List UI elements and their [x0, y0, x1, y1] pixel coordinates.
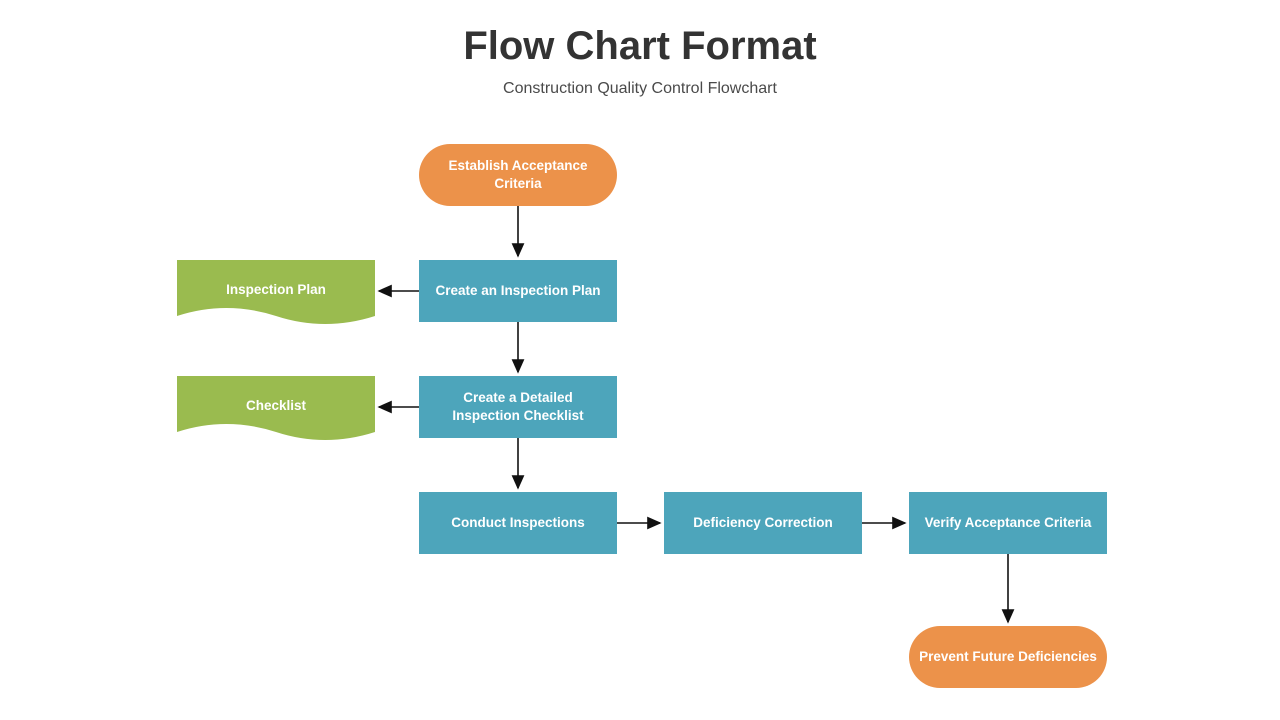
node-verify-criteria: Verify Acceptance Criteria — [909, 492, 1107, 554]
node-doc-checklist: Checklist — [177, 376, 375, 446]
doc-label-checklist: Checklist — [177, 376, 375, 434]
node-prevent-deficiencies: Prevent Future Deficiencies — [909, 626, 1107, 688]
page-subtitle: Construction Quality Control Flowchart — [0, 80, 1280, 98]
node-create-inspection-plan: Create an Inspection Plan — [419, 260, 617, 322]
page-title: Flow Chart Format — [0, 24, 1280, 69]
node-doc-inspection-plan: Inspection Plan — [177, 260, 375, 330]
node-conduct-inspections: Conduct Inspections — [419, 492, 617, 554]
node-deficiency-correction: Deficiency Correction — [664, 492, 862, 554]
node-create-checklist: Create a Detailed Inspection Checklist — [419, 376, 617, 438]
doc-label-inspection-plan: Inspection Plan — [177, 260, 375, 318]
flow-arrows — [0, 0, 1280, 720]
node-establish-criteria: Establish Acceptance Criteria — [419, 144, 617, 206]
